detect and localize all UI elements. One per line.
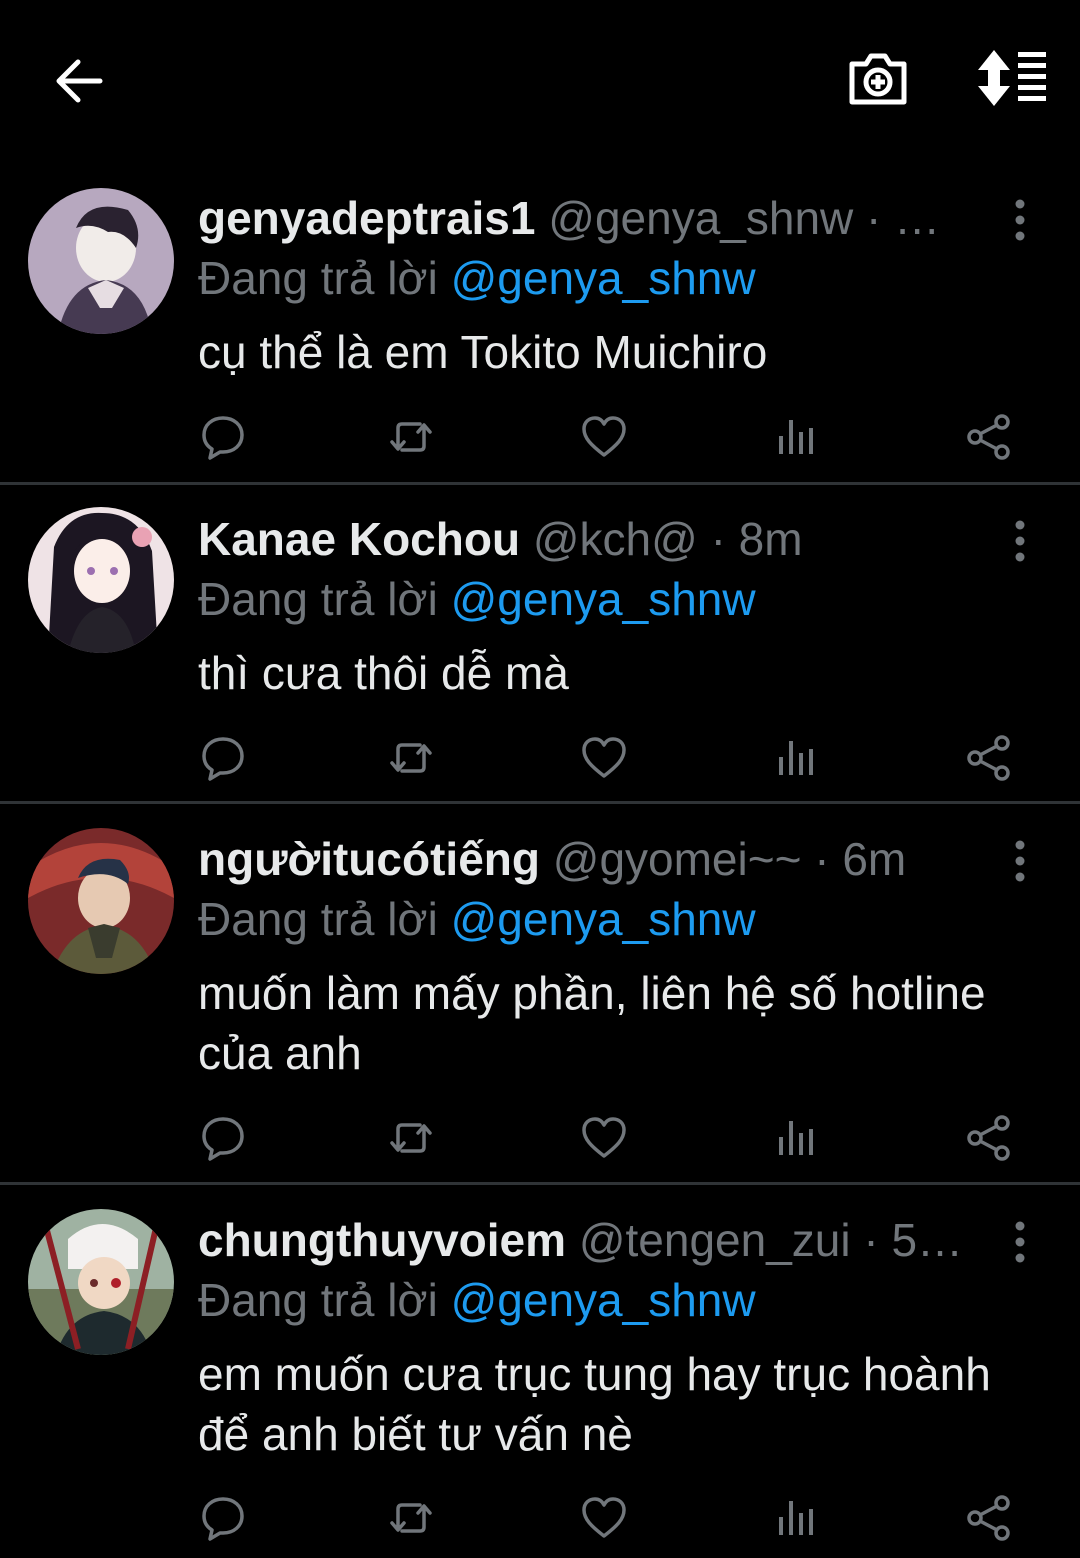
retweet-icon[interactable] <box>386 1493 436 1543</box>
tweet-actions <box>0 1113 1080 1173</box>
tweet-actions <box>0 1493 1080 1553</box>
retweet-icon[interactable] <box>386 1113 436 1163</box>
tweet-text: cụ thể là em Tokito Muichiro <box>198 326 768 378</box>
reply-prefix: Đang trả lời <box>198 252 438 304</box>
handle-meta: @tengen_zui · 5… <box>578 1214 964 1266</box>
more-options-icon[interactable] <box>1000 1218 1040 1266</box>
retweet-icon[interactable] <box>386 412 436 462</box>
like-icon[interactable] <box>579 412 629 462</box>
reply-context: Đang trả lời @genya_shnw <box>198 569 1058 629</box>
tweet-header: ngườitucótiếng @gyomei~~ · 6m <box>198 829 988 889</box>
reply-icon[interactable] <box>198 1113 248 1163</box>
reply-context: Đang trả lời @genya_shnw <box>198 889 1058 949</box>
reply-mention-link[interactable]: @genya_shnw <box>451 1274 756 1326</box>
tweet-header: Kanae Kochou @kch@ · 8m <box>198 509 988 569</box>
tweet-text: em muốn cưa trục tung hay trục hoành để … <box>198 1348 991 1460</box>
share-icon[interactable] <box>964 733 1014 783</box>
reply-prefix: Đang trả lời <box>198 573 438 625</box>
tweet[interactable]: Kanae Kochou @kch@ · 8m Đang trả lời @ge… <box>0 485 1080 804</box>
reply-mention-link[interactable]: @genya_shnw <box>451 252 756 304</box>
avatar[interactable] <box>28 507 174 653</box>
tweet-actions <box>0 412 1080 472</box>
top-bar <box>0 0 1080 160</box>
tweet[interactable]: chungthuyvoiem @tengen_zui · 5… Đang trả… <box>0 1185 1080 1558</box>
tweet[interactable]: ngườitucótiếng @gyomei~~ · 6m Đang trả l… <box>0 804 1080 1185</box>
share-icon[interactable] <box>964 1493 1014 1543</box>
tweet-actions <box>0 733 1080 793</box>
handle-meta: @gyomei~~ · 6m <box>552 833 907 885</box>
like-icon[interactable] <box>579 1493 629 1543</box>
views-icon[interactable] <box>771 1493 821 1543</box>
avatar[interactable] <box>28 1209 174 1355</box>
views-icon[interactable] <box>771 412 821 462</box>
display-name[interactable]: chungthuyvoiem <box>198 1214 566 1266</box>
sort-icon[interactable] <box>974 46 1050 110</box>
reply-mention-link[interactable]: @genya_shnw <box>451 573 756 625</box>
tweet-header: genyadeptrais1 @genya_shnw · … <box>198 188 988 248</box>
display-name[interactable]: genyadeptrais1 <box>198 192 535 244</box>
tweet-text: muốn làm mấy phần, liên hệ số hotline củ… <box>198 967 986 1079</box>
reply-icon[interactable] <box>198 412 248 462</box>
more-options-icon[interactable] <box>1000 517 1040 565</box>
reply-icon[interactable] <box>198 1493 248 1543</box>
avatar[interactable] <box>28 828 174 974</box>
arrow-left-icon[interactable] <box>50 52 108 110</box>
reply-icon[interactable] <box>198 733 248 783</box>
tweet-header: chungthuyvoiem @tengen_zui · 5… <box>198 1210 988 1270</box>
more-options-icon[interactable] <box>1000 196 1040 244</box>
reply-context: Đang trả lời @genya_shnw <box>198 248 1058 308</box>
handle-meta: @genya_shnw · … <box>548 192 941 244</box>
reply-mention-link[interactable]: @genya_shnw <box>451 893 756 945</box>
reply-prefix: Đang trả lời <box>198 893 438 945</box>
tweet-text: thì cưa thôi dễ mà <box>198 647 569 699</box>
display-name[interactable]: Kanae Kochou <box>198 513 520 565</box>
avatar[interactable] <box>28 188 174 334</box>
share-icon[interactable] <box>964 412 1014 462</box>
reply-context: Đang trả lời @genya_shnw <box>198 1270 1058 1330</box>
share-icon[interactable] <box>964 1113 1014 1163</box>
handle-meta: @kch@ · 8m <box>532 513 803 565</box>
reply-prefix: Đang trả lời <box>198 1274 438 1326</box>
views-icon[interactable] <box>771 1113 821 1163</box>
tweet[interactable]: genyadeptrais1 @genya_shnw · … Đang trả … <box>0 160 1080 485</box>
like-icon[interactable] <box>579 1113 629 1163</box>
views-icon[interactable] <box>771 733 821 783</box>
camera-plus-icon[interactable] <box>846 46 910 110</box>
more-options-icon[interactable] <box>1000 837 1040 885</box>
like-icon[interactable] <box>579 733 629 783</box>
retweet-icon[interactable] <box>386 733 436 783</box>
display-name[interactable]: ngườitucótiếng <box>198 833 540 885</box>
